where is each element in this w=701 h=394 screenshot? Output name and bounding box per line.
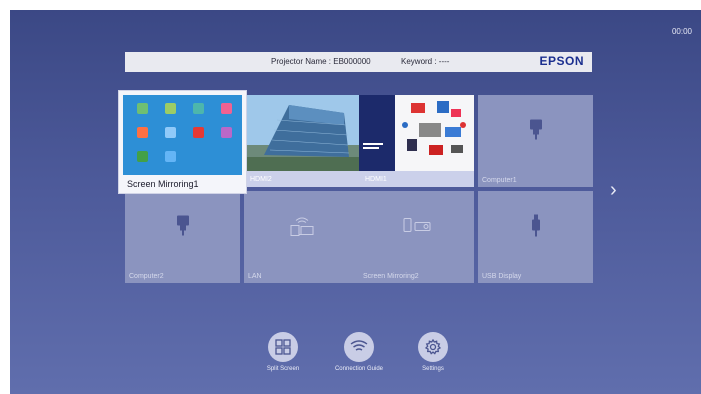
source-tile-computer2[interactable]: Computer2: [125, 191, 240, 283]
app-icon: [221, 103, 232, 114]
network-computer-icon: [289, 214, 315, 241]
epson-logo: EPSON: [539, 54, 584, 68]
source-tile-hdmi2[interactable]: HDMI2: [244, 95, 359, 187]
projector-name: Projector Name : EB000000: [271, 57, 371, 66]
app-icon: [221, 127, 232, 138]
app-icon: [165, 103, 176, 114]
gear-icon: [418, 332, 448, 362]
split-screen-button[interactable]: Split Screen: [243, 332, 323, 372]
clock: 00:00: [671, 27, 692, 36]
connection-guide-button[interactable]: Connection Guide: [319, 332, 399, 372]
app-icon: [193, 103, 204, 114]
hdmi1-thumbnail: [359, 95, 474, 171]
vga-connector-icon: [176, 215, 190, 240]
tile-label: LAN: [248, 273, 262, 280]
app-icon: [137, 103, 148, 114]
keyword: Keyword : ----: [401, 57, 450, 66]
tile-label: Computer1: [482, 177, 517, 184]
button-label: Settings: [422, 366, 444, 372]
projector-info-bar: Projector Name : EB000000 Keyword : ----…: [125, 52, 592, 72]
tile-label: HDMI1: [365, 176, 387, 183]
tile-label: Screen Mirroring1: [127, 179, 199, 189]
next-page-arrow-icon[interactable]: ›: [610, 179, 617, 202]
app-icon: [165, 151, 176, 162]
tile-label: Screen Mirroring2: [363, 273, 419, 280]
button-label: Connection Guide: [334, 366, 384, 372]
mirroring-app-grid: [123, 95, 242, 175]
source-tile-lan[interactable]: LAN: [244, 191, 359, 283]
app-icon: [137, 127, 148, 138]
usb-connector-icon: [531, 214, 541, 241]
wifi-icon: [344, 332, 374, 362]
settings-button[interactable]: Settings: [393, 332, 473, 372]
hdmi2-thumbnail: [244, 95, 359, 171]
vga-connector-icon: [529, 119, 543, 144]
tile-label: HDMI2: [250, 176, 272, 183]
source-tile-computer1[interactable]: Computer1: [478, 95, 593, 187]
tile-label: Computer2: [129, 273, 164, 280]
source-tile-screen-mirroring1[interactable]: Screen Mirroring1: [118, 90, 247, 194]
home-screen: 00:00 Projector Name : EB000000 Keyword …: [10, 10, 701, 394]
app-icon: [137, 151, 148, 162]
source-tile-screen-mirroring2[interactable]: Screen Mirroring2: [359, 191, 474, 283]
source-tile-usb-display[interactable]: USB Display: [478, 191, 593, 283]
split-screen-icon: [268, 332, 298, 362]
tile-label: USB Display: [482, 273, 522, 280]
source-tile-hdmi1[interactable]: HDMI1: [359, 95, 474, 187]
app-icon: [165, 127, 176, 138]
phone-projector-icon: [402, 217, 432, 238]
button-label: Split Screen: [266, 366, 300, 372]
app-icon: [193, 127, 204, 138]
